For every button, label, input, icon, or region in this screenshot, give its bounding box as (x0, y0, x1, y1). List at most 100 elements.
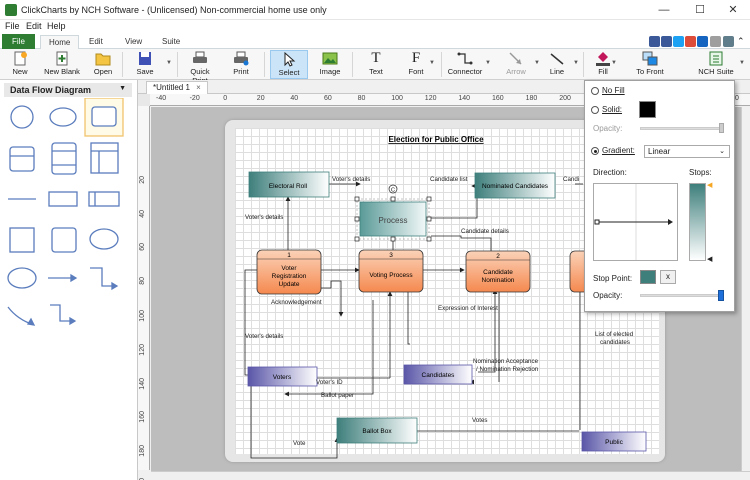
save-dropdown-arrow[interactable]: ▼ (166, 60, 172, 66)
entity-label: Candidates (422, 372, 456, 379)
title-bar: ClickCharts by NCH Software - (Unlicense… (0, 0, 750, 20)
shape-library-selector[interactable]: Data Flow Diagram ▼ (4, 83, 132, 97)
arrow-button[interactable]: Arrow (499, 50, 533, 79)
solid-opacity-thumb[interactable] (719, 123, 724, 133)
like-icon[interactable] (649, 36, 660, 47)
flow-label: Ballot paper (321, 392, 354, 399)
stop-marker-top[interactable]: ◀ (707, 181, 712, 189)
menu-file[interactable]: File (5, 21, 20, 31)
opacity-slider[interactable] (640, 294, 724, 297)
flow-label: Voter's ID (316, 379, 343, 386)
flow-label: Candidate list (430, 176, 468, 183)
app-menu-icon[interactable] (723, 36, 734, 47)
entity-nominated-candidates[interactable]: Nominated Candidates (474, 172, 556, 199)
font-button[interactable]: F Font (400, 50, 432, 79)
stops-label: Stops: (689, 168, 712, 177)
ruler-tick-label: 40 (290, 95, 299, 102)
gradient-fill-label[interactable]: Gradient: (602, 146, 635, 155)
menu-edit[interactable]: Edit (26, 21, 42, 31)
gradient-fill-radio[interactable] (591, 147, 599, 155)
minimize-button[interactable]: — (647, 0, 681, 20)
vertical-ruler: 20406080100120140160180200 (138, 106, 150, 480)
twitter-icon[interactable] (673, 36, 684, 47)
solid-color-swatch[interactable] (639, 101, 656, 118)
new-button[interactable]: New (4, 50, 36, 79)
process-number: 1 (287, 252, 291, 259)
maximize-button[interactable]: ☐ (683, 0, 717, 20)
resize-handle (354, 236, 360, 242)
fill-dropdown-arrow[interactable]: ▼ (611, 60, 617, 66)
connector-dropdown-arrow[interactable]: ▼ (485, 60, 491, 66)
open-button[interactable]: Open (88, 50, 118, 79)
process-voting[interactable]: 3 Voting Process (358, 249, 424, 293)
tab-home[interactable]: Home (40, 35, 80, 49)
remove-stop-button[interactable]: x (660, 270, 676, 284)
tab-view[interactable]: View (117, 35, 150, 49)
arrow-dropdown-arrow[interactable]: ▼ (534, 60, 540, 66)
arrow-icon (509, 52, 522, 65)
no-fill-radio[interactable] (591, 87, 599, 95)
tab-suite[interactable]: Suite (154, 35, 188, 49)
line-button[interactable]: Line (541, 50, 573, 79)
solid-fill-label[interactable]: Solid: (602, 105, 622, 114)
toolbar-separator (583, 52, 584, 77)
ruler-tick-label: 20 (139, 176, 146, 184)
ruler-tick-label: 80 (139, 276, 146, 285)
tab-edit[interactable]: Edit (81, 35, 111, 49)
diagram-title[interactable]: Election for Public Office (388, 135, 484, 144)
selected-process[interactable]: Process C (354, 184, 432, 242)
flow-label: Voter's details (332, 176, 370, 183)
print-button[interactable]: Print (226, 50, 256, 79)
gradient-stops-bar[interactable] (689, 183, 706, 261)
resize-handle (426, 196, 432, 202)
ruler-tick-label: 120 (139, 344, 146, 356)
entity-voters[interactable]: Voters (247, 366, 318, 387)
vertical-scrollbar[interactable] (741, 107, 750, 471)
close-button[interactable]: ✕ (716, 0, 750, 20)
entity-candidates[interactable]: Candidates (403, 364, 473, 385)
linkedin-icon[interactable] (697, 36, 708, 47)
tab-file[interactable]: File (2, 34, 35, 49)
image-button[interactable]: Image (314, 50, 346, 79)
ruler-tick-label: 140 (458, 95, 471, 102)
googleplus-icon[interactable] (685, 36, 696, 47)
menu-help[interactable]: Help (47, 21, 66, 31)
stop-marker-bottom[interactable]: ◀ (707, 255, 712, 263)
solid-fill-radio[interactable] (591, 106, 599, 114)
process-candidate-nomination[interactable]: 2 Candidate Nomination (465, 250, 531, 293)
gradient-type-select[interactable]: Linear ⌄ (644, 145, 730, 158)
opacity-slider-thumb[interactable] (718, 290, 724, 301)
horizontal-scrollbar[interactable] (151, 471, 750, 480)
nch-suite-button[interactable]: NCH Suite (698, 50, 734, 79)
facebook-icon[interactable] (661, 36, 672, 47)
entity-ballot-box[interactable]: Ballot Box (336, 417, 418, 444)
help-icon[interactable] (710, 36, 721, 47)
select-button[interactable]: Select (270, 50, 308, 79)
flow-label: Votes (472, 417, 487, 424)
entity-electoral-roll[interactable]: Electoral Roll (248, 171, 330, 198)
shape-entity-ellipse (89, 228, 119, 250)
close-tab-icon[interactable]: × (196, 83, 201, 92)
quick-print-button[interactable]: Quick Print (182, 50, 218, 85)
process-number: 2 (496, 253, 500, 260)
entity-public[interactable]: Public (581, 431, 647, 452)
to-front-button[interactable]: To Front (632, 50, 668, 79)
image-icon (322, 52, 338, 65)
solid-opacity-slider[interactable] (640, 127, 724, 130)
flow-label: candidates (600, 339, 630, 346)
line-dropdown-arrow[interactable]: ▼ (573, 60, 579, 66)
document-tab[interactable]: *Untitled 1 × (146, 81, 208, 94)
save-button[interactable]: Save (128, 50, 162, 79)
chevron-up-icon[interactable]: ⌃ (737, 36, 745, 47)
ruler-tick-label: 60 (324, 95, 332, 102)
connector-button[interactable]: Connector (446, 50, 484, 79)
gradient-direction-editor[interactable] (593, 183, 678, 261)
font-dropdown-arrow[interactable]: ▼ (429, 60, 435, 66)
stop-color-swatch[interactable] (640, 270, 656, 284)
new-blank-button[interactable]: New Blank (41, 50, 83, 79)
process-voter-registration[interactable]: 1 Voter Registration Update (256, 249, 322, 295)
connector-handle-label: C (391, 188, 395, 194)
text-button[interactable]: T Text (360, 50, 392, 79)
no-fill-label[interactable]: No Fill (602, 86, 625, 95)
toolbar-overflow-arrow[interactable]: ▼ (739, 60, 745, 66)
